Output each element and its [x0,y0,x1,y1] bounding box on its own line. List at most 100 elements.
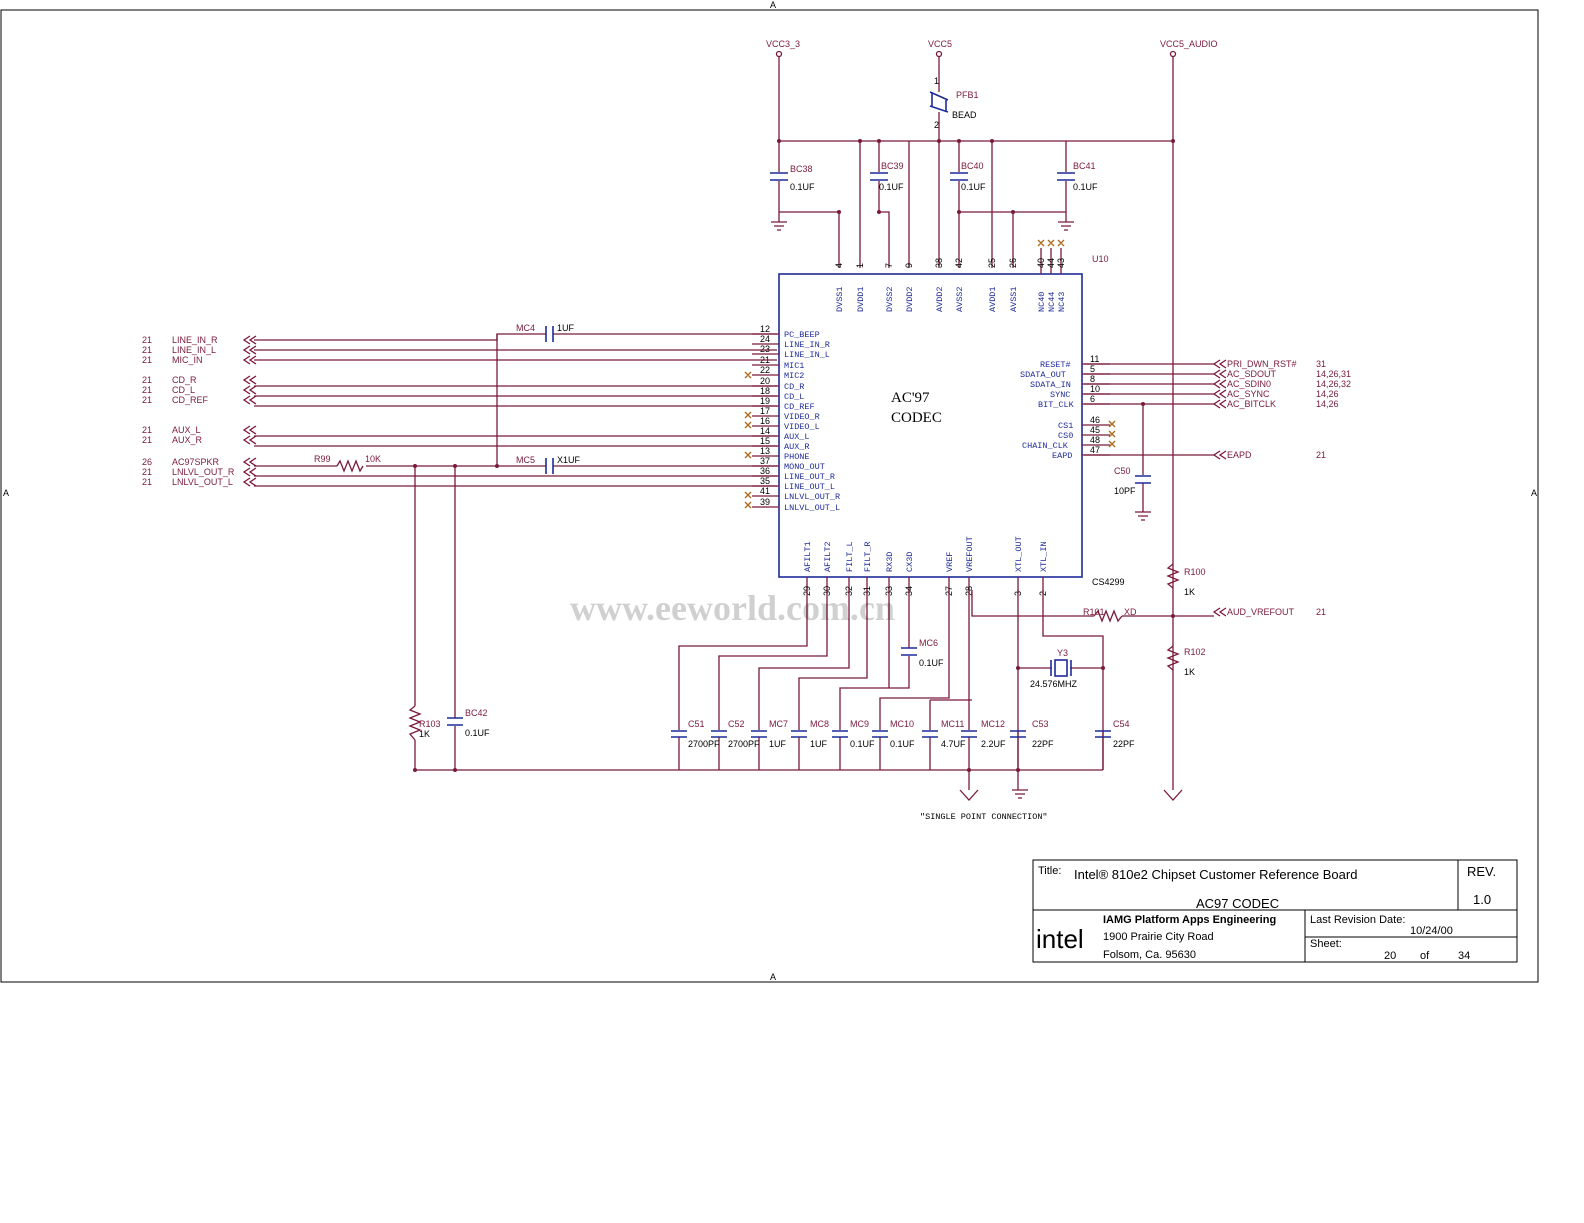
port-arrow [1212,607,1227,617]
right-pin-name: BIT_CLK [1038,400,1075,410]
left-pin-number: 14 [760,426,770,436]
left-pin-name: LNLVL_OUT_L [784,503,840,513]
right-port-sheet: 21 [1316,450,1326,460]
right-pin-name: RESET# [1040,360,1071,370]
rev-value: 1.0 [1473,892,1491,907]
bead-value: BEAD [952,110,977,120]
left-pin-number: 16 [760,416,770,426]
left-pin-name: PC_BEEP [784,330,820,340]
left-pin-name: CD_R [784,382,804,392]
left-port-sheet: 21 [142,335,152,345]
ac97-codec-schematic: A A A A VCC3_3 VCC5 VCC5_AUDIO PFB1 BEAD… [0,0,1539,983]
left-pin-name: CD_L [784,392,804,402]
sheet-total: 34 [1458,950,1470,962]
top-pin-name: AVSS1 [1009,286,1019,312]
left-pin-name: LINE_OUT_R [784,472,835,482]
mc9-ref: MC9 [850,719,869,729]
left-pin-name: LNLVL_OUT_R [784,492,840,502]
top-pin-number: 44 [1046,258,1056,268]
rail-vcc3-label: VCC3_3 [766,39,800,49]
port-arrow [1212,389,1227,399]
left-port-name: LINE_IN_R [172,335,218,345]
left-ports: 21 LINE_IN_R 21 LINE_IN_L 21 MIC_IN 21 CD_R 21 CD… [142,335,257,487]
bc38-val: 0.1UF [790,182,815,192]
right-port-sheet: 14,26,31 [1316,369,1351,379]
bc42-val: 0.1UF [465,728,490,738]
left-pin-number: 41 [760,486,770,496]
right-port-name: AC_SDOUT [1227,369,1277,379]
bc40-val: 0.1UF [961,182,986,192]
capacitor-plates [961,730,977,738]
right-port-name: AC_BITCLK [1227,399,1276,409]
right-port-sheet: 14,26,32 [1316,379,1351,389]
mc10-ref: MC10 [890,719,914,729]
bead-ref: PFB1 [956,90,979,100]
bottom-pin-name: XTL_OUT [1014,536,1024,572]
mc4-ref: MC4 [516,323,535,333]
right-port-name: AUD_VREFOUT [1227,607,1295,617]
port-arrow [242,395,257,405]
left-pin-name: MIC1 [784,361,804,371]
watermark: www.eeworld.com.cn [570,588,895,628]
port-arrow [242,425,257,435]
port-arrow [242,385,257,395]
addr-line-1: 1900 Prairie City Road [1103,931,1214,943]
left-pin-number: 17 [760,406,770,416]
mc10-val: 0.1UF [890,739,915,749]
capacitor-plates [751,730,767,738]
left-pin-number: 24 [760,334,770,344]
bc39-ref: BC39 [881,161,904,171]
left-port-sheet: 21 [142,345,152,355]
c52-val: 2700PF [728,739,760,749]
top-pin-name: DVDD1 [856,286,866,312]
right-pin-number: 11 [1090,354,1099,364]
mc8-val: 1UF [810,739,828,749]
rev-label: REV. [1467,864,1496,879]
left-pin-number: 20 [760,376,770,386]
capacitor-plates [872,730,888,738]
left-port-sheet: 21 [142,355,152,365]
left-port-name: CD_R [172,375,197,385]
chip-name-1: AC'97 [891,390,930,406]
right-pin-name: SDATA_IN [1030,380,1071,390]
port-arrow [1212,359,1227,369]
right-pin-name: CHAIN_CLK [1022,441,1069,451]
bc38-ref: BC38 [790,164,813,174]
top-pin-number: 25 [987,258,997,268]
left-port-name: AUX_L [172,425,201,435]
c53-ref: C53 [1032,719,1049,729]
bottom-pin-name: FILT_R [863,541,873,572]
c50-val: 10PF [1114,486,1136,496]
c53-val: 22PF [1032,739,1054,749]
left-pin-number: 39 [760,497,770,507]
port-arrow [1212,379,1227,389]
left-port-name: AUX_R [172,435,203,445]
right-port-name: EAPD [1227,450,1252,460]
top-pin-name: DVDD2 [905,286,915,312]
top-pin-name: NC40 [1037,292,1047,312]
mc12-ref: MC12 [981,719,1005,729]
sheet-number: 20 [1384,950,1396,962]
mc12-val: 2.2UF [981,739,1006,749]
port-arrow [242,457,257,467]
right-pin-number: 45 [1090,425,1100,435]
mc7-ref: MC7 [769,719,788,729]
r99-ref: R99 [314,454,331,464]
single-point-note: "SINGLE POINT CONNECTION" [920,812,1048,822]
left-port-sheet: 21 [142,467,152,477]
bottom-pin-name: CX3D [905,552,915,572]
top-pin-number: 42 [954,258,964,268]
right-pin-name: CS1 [1058,421,1073,431]
mc8-ref: MC8 [810,719,829,729]
capacitor-plates [922,730,938,738]
left-pin-number: 12 [760,324,770,334]
bottom-pin-name: FILT_L [845,541,855,572]
last-revision-date: 10/24/00 [1410,925,1453,937]
top-pin-number: 40 [1036,258,1046,268]
top-pin-name: AVDD2 [935,286,945,312]
mc11-val: 4.7UF [941,739,966,749]
left-pin-name: MONO_OUT [784,462,825,472]
top-pin-name: AVDD1 [988,286,998,312]
top-pin-number: 1 [855,263,865,268]
left-pin-number: 18 [760,386,770,396]
